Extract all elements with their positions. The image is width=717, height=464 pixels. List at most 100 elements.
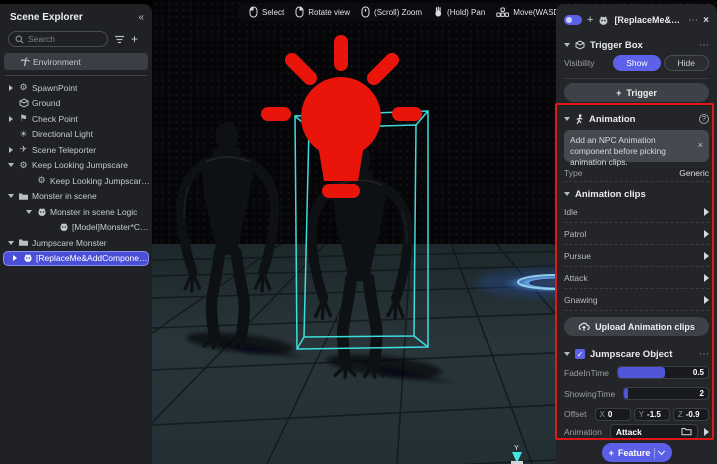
upload-animation-clips-button[interactable]: Upload Animation clips — [564, 317, 709, 336]
animation-section-header[interactable]: Animation ? — [564, 112, 709, 126]
hand-icon — [435, 6, 442, 17]
animation-dropdown[interactable]: Attack — [609, 424, 698, 439]
clip-row-attack[interactable]: Attack — [564, 267, 709, 289]
component-enabled-toggle[interactable] — [564, 15, 582, 25]
expand-right-icon[interactable] — [704, 273, 709, 282]
run-person-icon — [576, 113, 583, 124]
offset-x-field[interactable]: X 0 — [594, 407, 631, 421]
offset-z-field[interactable]: Z -0.9 — [672, 407, 709, 421]
chevron-right-icon[interactable] — [4, 115, 17, 122]
chevron-right-icon[interactable] — [8, 255, 21, 262]
sidebar-item-ground[interactable]: Ground — [0, 96, 152, 112]
chevron-down-icon[interactable] — [4, 163, 17, 168]
sidebar-item-monster-in-scene[interactable]: Monster in scene — [0, 189, 152, 205]
sidebar-item-model-monster-collider[interactable]: [Model]Monster*ColliderIsNec... — [0, 220, 152, 236]
clip-row-idle[interactable]: Idle — [564, 201, 709, 223]
environment-icon — [18, 56, 31, 67]
sidebar-item-keep-looking-jumpscare[interactable]: ⚙ Keep Looking Jumpscare — [0, 158, 152, 174]
tool-rotate-view[interactable]: Rotate view — [295, 6, 350, 18]
sidebar-item-check-point[interactable]: ⚑ Check Point — [0, 111, 152, 127]
jumpscare-checkbox[interactable]: ✓ — [575, 349, 585, 359]
mouse-right-icon — [295, 6, 304, 18]
sidebar-item-jumpscare-monster[interactable]: Jumpscare Monster — [0, 235, 152, 251]
divider — [564, 78, 709, 79]
add-feature-button[interactable]: + Feature — [601, 443, 672, 462]
gizmo-y-axis-label: Y — [514, 445, 519, 452]
sidebar-item-spawnpoint[interactable]: ⚙ SpawnPoint — [0, 80, 152, 96]
tool-hold-pan[interactable]: (Hold) Pan — [433, 6, 485, 18]
teleporter-icon: ✈ — [19, 144, 28, 155]
search-input[interactable] — [28, 34, 92, 44]
clip-row-patrol[interactable]: Patrol — [564, 223, 709, 245]
monster-icon — [599, 15, 608, 25]
monster-icon — [21, 253, 34, 263]
jumpscare-object-header[interactable]: ✓ Jumpscare Object ⋯ — [564, 346, 709, 362]
expand-right-icon[interactable] — [704, 427, 709, 436]
type-label: Type — [564, 167, 583, 178]
chevron-down-icon[interactable] — [4, 240, 17, 245]
cube-icon — [17, 98, 30, 108]
chevron-down-icon[interactable] — [564, 192, 570, 196]
folder-icon — [17, 238, 30, 247]
chevron-right-icon[interactable] — [4, 146, 17, 153]
tool-rotate-label: Rotate view — [308, 7, 351, 17]
tool-move-label: Move(WASD) — [513, 7, 562, 17]
dismiss-notice-icon[interactable]: × — [698, 140, 703, 152]
close-icon[interactable]: × — [703, 15, 709, 26]
add-trigger-button[interactable]: + Trigger — [564, 83, 709, 102]
show-button[interactable]: Show — [613, 55, 661, 71]
chevron-down-icon[interactable] — [658, 447, 666, 456]
sidebar-item-directional-light[interactable]: ☀ Directional Light — [0, 127, 152, 143]
hide-button[interactable]: Hide — [663, 55, 709, 71]
chevron-down-icon[interactable] — [22, 209, 35, 214]
sidebar-item-keep-looking-jumpscare-logic[interactable]: ⚙ Keep Looking Jumpscare Logic — [0, 173, 152, 189]
expand-right-icon[interactable] — [704, 229, 709, 238]
chevron-down-icon[interactable] — [4, 194, 17, 199]
cube-icon — [575, 40, 585, 50]
collapse-panel-icon[interactable]: « — [138, 12, 144, 23]
tool-move-wasd[interactable]: Move(WASD) — [496, 7, 562, 18]
sidebar-item-monster-in-scene-logic[interactable]: Monster in scene Logic — [0, 204, 152, 220]
chevron-right-icon[interactable] — [4, 84, 17, 91]
animation-clips-header[interactable]: Animation clips — [564, 187, 709, 201]
sidebar-item-environment[interactable]: Environment — [4, 53, 148, 70]
chevron-down-icon[interactable] — [564, 43, 570, 47]
npc-animation-notice: Add an NPC Animation component before pi… — [564, 130, 709, 167]
chevron-down-icon[interactable] — [564, 352, 570, 356]
gear-icon: ⚙ — [19, 159, 28, 170]
tool-select[interactable]: Select — [249, 6, 284, 18]
tool-scroll-zoom[interactable]: (Scroll) Zoom — [361, 6, 422, 18]
sidebar-item-scene-teleporter[interactable]: ✈ Scene Teleporter — [0, 142, 152, 158]
inspector-title: [ReplaceMe&A... — [614, 15, 684, 25]
mouse-scroll-icon — [361, 6, 370, 18]
inspector-panel: + [ReplaceMe&A... ⋯ × Trigger Box ⋯ Visi… — [556, 4, 717, 464]
section-more-icon[interactable]: ⋯ — [699, 349, 709, 360]
expand-right-icon[interactable] — [704, 207, 709, 216]
add-object-icon[interactable]: + — [131, 33, 138, 45]
gear-icon: ⚙ — [19, 82, 28, 93]
filter-icon[interactable] — [114, 35, 125, 44]
clip-row-gnawing[interactable]: Gnawing — [564, 289, 709, 311]
help-icon[interactable]: ? — [699, 114, 709, 124]
offset-y-field[interactable]: Y -1.5 — [633, 407, 670, 421]
section-more-icon[interactable]: ⋯ — [699, 40, 709, 51]
expand-right-icon[interactable] — [704, 295, 709, 304]
light-icon: ☀ — [19, 128, 28, 139]
add-component-icon[interactable]: + — [587, 14, 593, 26]
scene-explorer-title: Scene Explorer — [10, 12, 83, 23]
more-options-icon[interactable]: ⋯ — [688, 15, 698, 26]
search-box[interactable] — [8, 31, 108, 47]
sidebar-item-replaceme-addcomponent[interactable]: [ReplaceMe&AddComponent]J.. — [3, 250, 149, 266]
wasd-keys-icon — [496, 7, 510, 17]
fadein-label: FadeInTime — [564, 367, 610, 378]
showingtime-label: ShowingTime — [564, 388, 616, 399]
gear-icon: ⚙ — [37, 175, 46, 186]
folder-icon — [17, 192, 30, 201]
showingtime-value: 2 — [699, 389, 704, 398]
chevron-down-icon[interactable] — [564, 117, 570, 121]
expand-right-icon[interactable] — [704, 251, 709, 260]
clip-row-pursue[interactable]: Pursue — [564, 245, 709, 267]
fadein-slider[interactable]: 0.5 — [617, 366, 709, 379]
trigger-box-section-header[interactable]: Trigger Box ⋯ — [564, 38, 709, 52]
showingtime-slider[interactable]: 2 — [623, 387, 709, 400]
